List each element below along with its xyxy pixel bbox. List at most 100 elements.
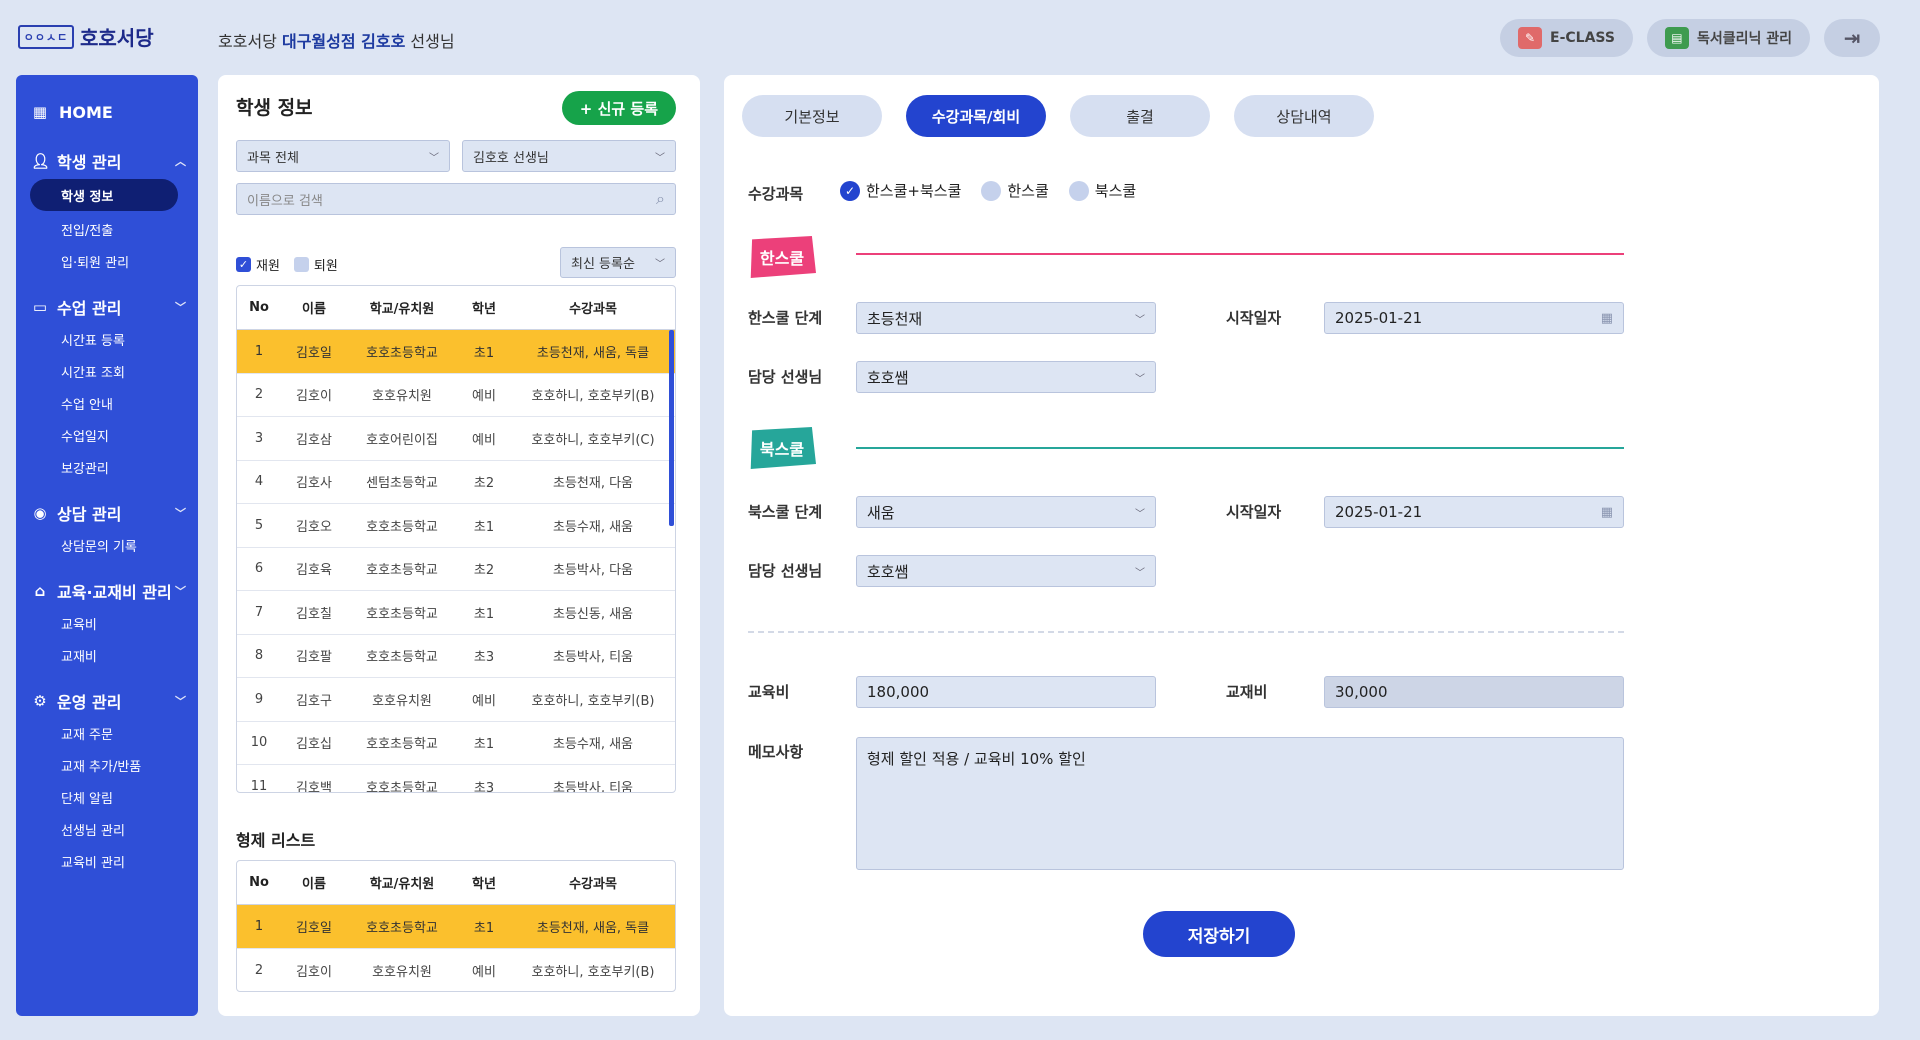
radio-both[interactable]: ✓ 한스쿨+북스쿨 [840, 180, 961, 201]
calendar-icon[interactable]: ▦ [1601, 505, 1613, 520]
cell-school: 호호초등학교 [366, 650, 438, 666]
cell-school: 호호초등학교 [366, 737, 438, 753]
cell-name: 김호오 [296, 519, 332, 535]
book-fee-label: 교재비 [1226, 683, 1268, 701]
table-row[interactable]: 9 김호구 호호유치원 예비 호호하니, 호호부키(B) [237, 678, 675, 722]
hanschool-teacher-select[interactable]: 호호쌤 ﹀ [856, 361, 1156, 393]
nav-item-tuition[interactable]: 교육비 [16, 607, 198, 639]
nav-item-group-notice[interactable]: 단체 알림 [16, 781, 198, 813]
table-row[interactable]: 4 김호사 센텀초등학교 초2 초등천재, 다움 [237, 461, 675, 504]
eclass-button[interactable]: ✎ E-CLASS [1500, 19, 1633, 57]
cell-school: 호호유치원 [372, 693, 432, 709]
save-button[interactable]: 저장하기 [1143, 911, 1295, 957]
book-icon: ▤ [1664, 27, 1689, 49]
cell-no: 11 [250, 778, 268, 793]
radio-hanschool[interactable]: 한스쿨 [981, 180, 1049, 201]
bookschool-level-label: 북스쿨 단계 [748, 503, 823, 521]
table-row[interactable]: 11 김호백 호호초등학교 초3 초등박사, 티움 [237, 765, 675, 793]
table-header: No 이름 학교/유치원 학년 수강과목 [237, 861, 675, 905]
radio-bookschool[interactable]: 북스쿨 [1068, 180, 1136, 201]
nav-item-teacher-mgmt[interactable]: 선생님 관리 [16, 813, 198, 845]
board-icon: ▭ [32, 298, 48, 316]
nav-item-transfer[interactable]: 전입/전출 [16, 213, 198, 245]
radio-empty-icon [1068, 180, 1089, 201]
logout-button[interactable]: ⇥ [1824, 19, 1880, 57]
chevron-down-icon: ﹀ [175, 301, 186, 314]
nav-item-book-return[interactable]: 교재 추가/반품 [16, 749, 198, 781]
left-checkbox[interactable]: 퇴원 [293, 255, 338, 274]
search-input[interactable]: 이름으로 검색 ⌕ [236, 183, 676, 215]
radio-empty-icon [981, 180, 1002, 201]
nav-item-class-guide[interactable]: 수업 안내 [16, 387, 198, 419]
cell-grade: 초2 [473, 476, 495, 492]
teacher-filter-select[interactable]: 김호호 선생님 ﹀ [462, 140, 676, 172]
nav-item-tuition-mgmt[interactable]: 교육비 관리 [16, 845, 198, 877]
gear-icon: ⚙ [33, 692, 47, 710]
chevron-down-icon: ﹀ [1135, 567, 1145, 579]
nav-group-consult: ◉ 상담 관리 ﹀ 상담문의 기록 [16, 497, 198, 561]
cell-course: 호호하니, 호호부키(B) [531, 693, 655, 709]
nav-head-class[interactable]: ▭ 수업 관리 ﹀ [16, 291, 198, 323]
fee-input[interactable]: 180,000 [856, 676, 1156, 708]
sort-select[interactable]: 최신 등록순 ﹀ [560, 247, 676, 278]
tab-basic-info[interactable]: 기본정보 [742, 95, 882, 137]
hanschool-teacher-label: 담당 선생님 [748, 368, 823, 386]
radio-hanschool-label: 한스쿨 [1007, 182, 1049, 200]
table-row[interactable]: 3 김호삼 호호어린이집 예비 호호하니, 호호부키(C) [237, 417, 675, 461]
search-icon[interactable]: ⌕ [656, 189, 665, 209]
hanschool-level-select[interactable]: 초등천재 ﹀ [856, 302, 1156, 334]
bookschool-level-select[interactable]: 새움 ﹀ [856, 496, 1156, 528]
nav-item-consult-record[interactable]: 상담문의 기록 [16, 529, 198, 561]
cell-no: 1 [254, 343, 264, 359]
clinic-button[interactable]: ▤ 독서클리닉 관리 [1646, 19, 1810, 57]
nav-home[interactable]: ▦ HOME [16, 93, 198, 131]
hanschool-start-value: 2025-01-21 [1335, 309, 1423, 327]
memo-label: 메모사항 [748, 743, 804, 761]
table-row[interactable]: 2 김호이 호호유치원 예비 호호하니, 호호부키(B) [237, 374, 675, 417]
table-row[interactable]: 7 김호칠 호호초등학교 초1 초등신동, 새움 [237, 591, 675, 635]
hanschool-start-label: 시작일자 [1226, 309, 1282, 327]
bookschool-teacher-select[interactable]: 호호쌤 ﹀ [856, 555, 1156, 587]
table-row[interactable]: 5 김호오 호호초등학교 초1 초등수재, 새움 [237, 504, 675, 548]
nav-head-label: 교육·교재비 관리 [57, 583, 172, 602]
nav-item-makeup[interactable]: 보강관리 [16, 451, 198, 483]
subject-filter-select[interactable]: 과목 전체 ﹀ [236, 140, 450, 172]
nav-item-student-info[interactable]: 학생 정보 [30, 179, 178, 211]
nav-item-schedule-register[interactable]: 시간표 등록 [16, 323, 198, 355]
bookschool-badge: 북스쿨 [750, 427, 816, 469]
nav-head-fees[interactable]: ⌂ 교육·교재비 관리 ﹀ [16, 575, 198, 607]
cell-course: 초등수재, 새움 [552, 519, 634, 535]
nav-item-book-order[interactable]: 교재 주문 [16, 717, 198, 749]
table-row[interactable]: 1 김호일 호호초등학교 초1 초등천재, 새움, 독클 [237, 905, 675, 949]
logo-mark: ㅇㅇㅅㄷ [18, 24, 74, 49]
nav-group-class: ▭ 수업 관리 ﹀ 시간표 등록 시간표 조회 수업 안내 수업일지 보강관리 [16, 291, 198, 483]
nav-item-enroll[interactable]: 입·퇴원 관리 [16, 245, 198, 277]
greeting-prefix: 호호서당 [218, 32, 277, 51]
table-row[interactable]: 2 김호이 호호유치원 예비 호호하니, 호호부키(B) [237, 949, 675, 992]
logo[interactable]: ㅇㅇㅅㄷ 호호서당 [18, 22, 154, 51]
cell-no: 2 [254, 962, 264, 978]
table-row[interactable]: 8 김호팔 호호초등학교 초3 초등박사, 티움 [237, 635, 675, 678]
nav-item-schedule-view[interactable]: 시간표 조회 [16, 355, 198, 387]
table-row[interactable]: 10 김호십 호호초등학교 초1 초등수재, 새움 [237, 722, 675, 765]
hanschool-level-value: 초등천재 [867, 309, 923, 328]
tab-consult[interactable]: 상담내역 [1234, 95, 1374, 137]
table-scrollbar[interactable] [669, 330, 674, 526]
greeting-branch: 대구월성점 김호호 [281, 32, 406, 51]
tab-attendance[interactable]: 출결 [1070, 95, 1210, 137]
active-checkbox[interactable]: ✓ 재원 [236, 255, 280, 274]
nav-head-student[interactable]: 👤︎ 학생 관리 ︿ [16, 145, 198, 177]
tab-course-fee[interactable]: 수강과목/회비 [906, 95, 1046, 137]
bookschool-start-date-input[interactable]: 2025-01-21 ▦ [1324, 496, 1624, 528]
calendar-icon[interactable]: ▦ [1601, 311, 1613, 326]
nav-head-operation[interactable]: ⚙ 운영 관리 ﹀ [16, 685, 198, 717]
nav-item-class-log[interactable]: 수업일지 [16, 419, 198, 451]
table-row[interactable]: 6 김호육 호호초등학교 초2 초등박사, 다움 [237, 548, 675, 591]
table-row[interactable]: 1 김호일 호호초등학교 초1 초등천재, 새움, 독클 [237, 330, 675, 374]
subject-filter-value: 과목 전체 [247, 150, 299, 166]
new-student-button[interactable]: + 신규 등록 [561, 91, 676, 125]
nav-item-book-fee[interactable]: 교재비 [16, 639, 198, 671]
memo-textarea[interactable]: 형제 할인 적용 / 교육비 10% 할인 [856, 737, 1624, 870]
nav-head-consult[interactable]: ◉ 상담 관리 ﹀ [16, 497, 198, 529]
hanschool-start-date-input[interactable]: 2025-01-21 ▦ [1324, 302, 1624, 334]
